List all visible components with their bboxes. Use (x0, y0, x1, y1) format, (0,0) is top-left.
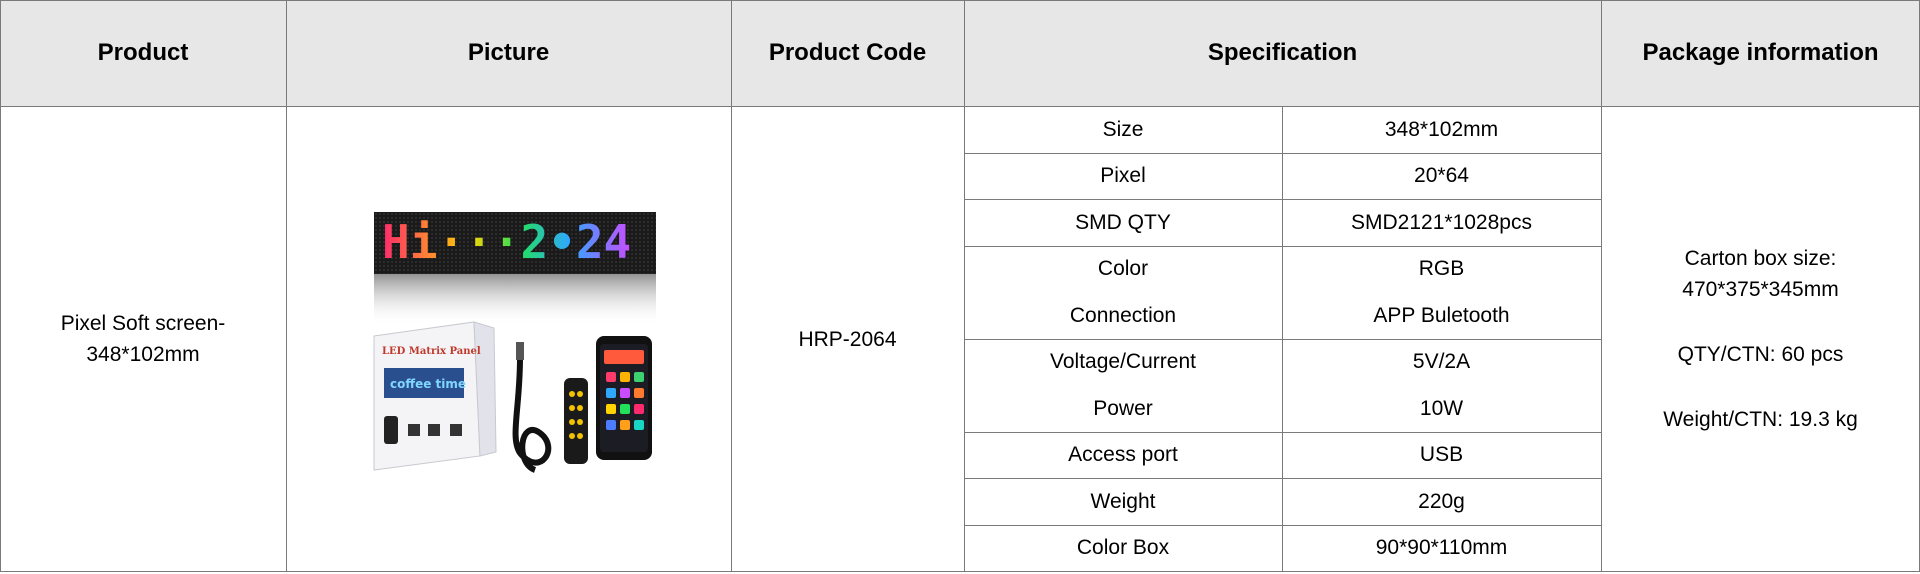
spec-label: Color Box (1076, 536, 1170, 560)
header-package: Package information (1601, 0, 1920, 106)
spec-label: Weight (1090, 489, 1156, 513)
spec-label: SMD QTY (1075, 210, 1171, 234)
spec-label: Pixel (1100, 164, 1146, 188)
package-info: Carton box size: 470*375*345mm QTY/CTN: … (1601, 106, 1920, 572)
grid-line (0, 0, 1920, 1)
grid-line (964, 339, 1601, 340)
grid-line (964, 153, 1601, 154)
box-title: LED Matrix Panel (382, 346, 481, 357)
carton-size-value: 470*375*345mm (1682, 278, 1839, 301)
spec-value: 90*90*110mm (1375, 536, 1508, 560)
spec-value: 220g (1418, 489, 1465, 513)
spec-label: Color (1097, 257, 1149, 281)
spec-value: 20*64 (1414, 164, 1469, 188)
spec-value: USB (1419, 443, 1464, 467)
grid-line (731, 0, 732, 572)
spec-label: Voltage/Current (1050, 350, 1196, 374)
spec-value: RGB (1418, 257, 1465, 281)
spec-value: 348*102mm (1384, 117, 1499, 141)
spec-value: 5V/2A (1412, 350, 1471, 374)
product-picture: Hi···2•24 LED Matrix Panel coffee time (370, 208, 660, 483)
qty-per-carton: QTY/CTN: 60 pcs (1677, 343, 1844, 366)
weight-per-carton: Weight/CTN: 19.3 kg (1663, 408, 1858, 431)
grid-line (964, 432, 1601, 433)
product-code: HRP-2064 (798, 327, 897, 351)
grid-line (0, 106, 1920, 107)
grid-line (1601, 0, 1602, 572)
grid-line (964, 246, 1601, 247)
product-name: Pixel Soft screen- 348*102mm (0, 106, 286, 572)
header-product: Product (0, 0, 286, 106)
box-screen-text: coffee time (390, 377, 466, 391)
spec-label: Power (1093, 396, 1153, 420)
header-product-code: Product Code (731, 0, 964, 106)
product-name-line1: Pixel Soft screen- (60, 312, 226, 335)
spec-label: Size (1102, 117, 1144, 141)
header-picture: Picture (286, 0, 731, 106)
spec-label: Connection (1069, 303, 1177, 327)
grid-line (0, 571, 1920, 572)
usb-cable (512, 357, 552, 473)
header-specification: Specification (964, 0, 1601, 106)
grid-line (964, 478, 1601, 479)
spec-value: SMD2121*1028pcs (1351, 210, 1532, 234)
led-reflection (374, 274, 656, 326)
grid-line (286, 0, 287, 572)
spec-value: APP Buletooth (1373, 303, 1510, 327)
grid-line (964, 525, 1601, 526)
spec-label: Access port (1068, 443, 1178, 467)
led-text: Hi···2•24 (382, 215, 631, 269)
grid-line (964, 0, 965, 572)
carton-size-label: Carton box size: (1684, 247, 1837, 270)
grid-line (0, 0, 1, 572)
spec-table: Product Picture Product Code Specificati… (0, 0, 1920, 574)
product-name-line2: 348*102mm (86, 343, 200, 366)
grid-line (964, 199, 1601, 200)
remote-control (564, 378, 588, 464)
spec-value: 10W (1419, 396, 1464, 420)
